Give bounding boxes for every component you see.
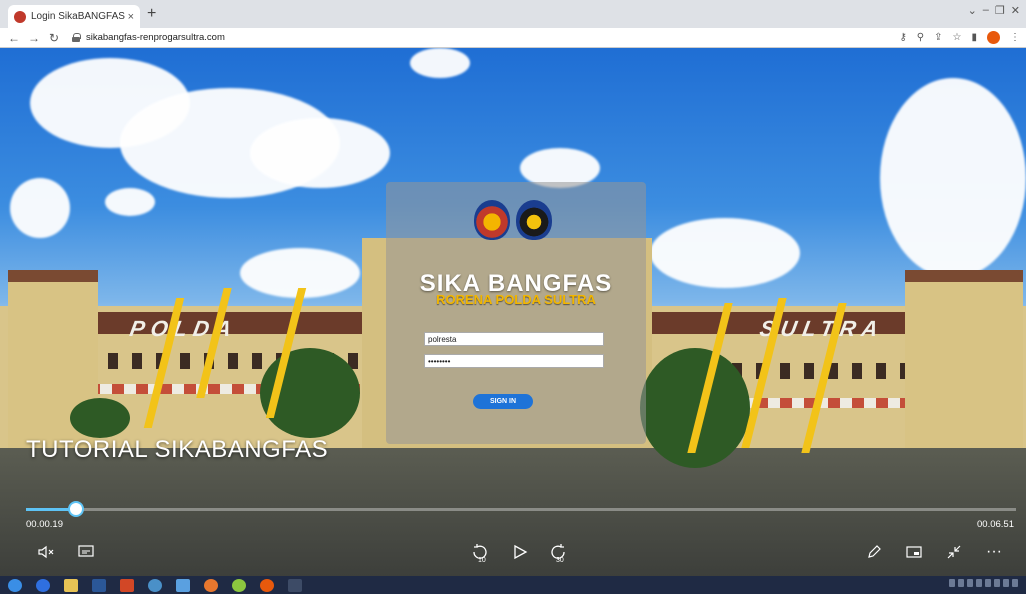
seek-thumb[interactable] [68, 501, 84, 517]
tray-icon[interactable] [967, 579, 973, 587]
cloud [880, 78, 1026, 278]
start-icon[interactable] [8, 578, 22, 592]
bookmark-star-icon[interactable]: ☆ [953, 32, 962, 43]
tab-title: Login SikaBANGFAS [31, 11, 125, 22]
system-tray [949, 579, 1018, 587]
username-field[interactable] [424, 332, 604, 346]
cloud [250, 118, 390, 188]
lock-icon [72, 33, 81, 42]
app-subtitle: RORENA POLDA SULTRA [436, 292, 596, 307]
miniplayer-icon[interactable] [902, 542, 926, 562]
site-favicon-icon [14, 10, 26, 23]
browser-tab[interactable]: Login SikaBANGFAS × [8, 5, 140, 28]
app-icon[interactable] [176, 578, 190, 592]
app-icon[interactable] [36, 578, 50, 592]
minimize-icon[interactable]: – [983, 4, 989, 17]
perencanaan-emblem-icon [474, 200, 510, 240]
app-icon[interactable] [148, 578, 162, 592]
powerpoint-icon[interactable] [120, 578, 134, 592]
pen-icon[interactable] [862, 542, 886, 562]
current-time: 00.00.19 [26, 519, 63, 530]
mute-icon[interactable] [34, 542, 58, 562]
cloud [105, 188, 155, 216]
right-tower [905, 270, 1023, 460]
share-icon[interactable]: ⇪ [934, 32, 942, 43]
app-icon[interactable] [288, 578, 302, 592]
toolbar-actions: ⚷ ⚲ ⇪ ☆ ▮ ⋮ [899, 31, 1020, 44]
skip-forward-label: 30 [556, 557, 564, 564]
menu-dots-icon[interactable]: ⋮ [1010, 32, 1020, 43]
close-window-icon[interactable]: ✕ [1011, 4, 1020, 17]
video-title: TUTORIAL SIKABANGFAS [26, 436, 329, 463]
reload-icon[interactable]: ↻ [46, 31, 62, 45]
tray-icon[interactable] [1012, 579, 1018, 587]
address-bar[interactable]: sikabangfas-renprogarsultra.com [72, 30, 899, 45]
more-icon[interactable]: ··· [982, 542, 1006, 562]
windows-taskbar [0, 576, 1026, 594]
file-explorer-icon[interactable] [64, 578, 78, 592]
seek-bar[interactable] [26, 501, 1016, 517]
forward-arrow-icon[interactable]: → [26, 31, 42, 45]
cloud [410, 48, 470, 78]
skip-back-icon[interactable]: 10 [468, 542, 492, 564]
skip-back-label: 10 [478, 557, 486, 564]
cloud [10, 178, 70, 238]
browser-toolbar: ← → ↻ sikabangfas-renprogarsultra.com ⚷ … [0, 28, 1026, 48]
window-controls: ⌄ – ❐ ✕ [968, 4, 1020, 17]
password-field[interactable] [424, 354, 604, 368]
cloud [650, 218, 800, 288]
sign-in-button[interactable]: SIGN IN [473, 394, 533, 409]
sidepanel-icon[interactable]: ▮ [971, 32, 977, 43]
restore-icon[interactable]: ❐ [995, 4, 1005, 17]
tray-icon[interactable] [994, 579, 1000, 587]
tray-icon[interactable] [985, 579, 991, 587]
chrome-icon[interactable] [260, 578, 274, 592]
tray-icon[interactable] [976, 579, 982, 587]
skip-forward-icon[interactable]: 30 [546, 542, 570, 564]
logos [474, 200, 552, 240]
zoom-icon[interactable]: ⚲ [917, 32, 924, 43]
key-icon[interactable]: ⚷ [899, 32, 906, 43]
login-card: SIKA BANGFAS RORENA POLDA SULTRA SIGN IN [386, 182, 646, 444]
collapse-icon[interactable] [942, 542, 966, 562]
screen: Login SikaBANGFAS × + ⌄ – ❐ ✕ ← → ↻ sika… [0, 0, 1026, 594]
profile-avatar[interactable] [987, 31, 1000, 44]
firefox-icon[interactable] [204, 578, 218, 592]
new-tab-button[interactable]: + [147, 6, 156, 22]
tab-close-icon[interactable]: × [128, 11, 134, 23]
word-icon[interactable] [92, 578, 106, 592]
background-photo: POLDA SULTRA SIKA BANGFAS RORENA POLDA S… [0, 48, 1026, 576]
tree [70, 398, 130, 438]
captions-icon[interactable] [74, 542, 98, 562]
play-icon[interactable] [508, 542, 532, 562]
chevron-down-icon[interactable]: ⌄ [968, 4, 977, 17]
duration: 00.06.51 [977, 519, 1014, 530]
tray-icon[interactable] [1003, 579, 1009, 587]
browser-tab-bar: Login SikaBANGFAS × + ⌄ – ❐ ✕ [0, 0, 1026, 28]
url-text: sikabangfas-renprogarsultra.com [86, 32, 225, 43]
app-icon[interactable] [232, 578, 246, 592]
tray-icon[interactable] [949, 579, 955, 587]
tray-icon[interactable] [958, 579, 964, 587]
back-arrow-icon[interactable]: ← [6, 31, 22, 45]
polda-emblem-icon [516, 200, 552, 240]
